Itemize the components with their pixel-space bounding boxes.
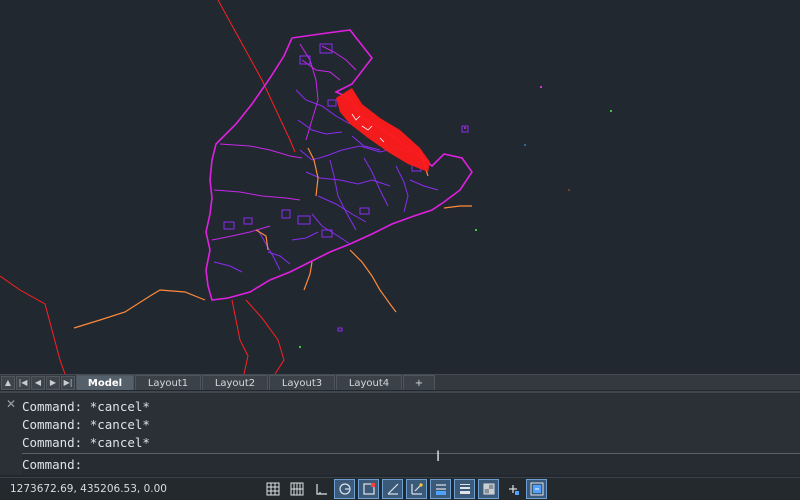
parcel-line <box>321 45 357 71</box>
red-boundary-line <box>231 299 249 374</box>
history-line: Command: *cancel* <box>22 399 150 414</box>
lineweight-icon[interactable] <box>454 479 475 499</box>
history-line: Command: *cancel* <box>22 417 150 432</box>
history-line: Command: *cancel* <box>22 435 150 450</box>
dynamic-ucs-icon[interactable] <box>406 479 427 499</box>
ortho-mode-icon[interactable] <box>310 479 331 499</box>
next-tab-icon[interactable]: ▶ <box>46 375 60 390</box>
selection-cycling-icon[interactable] <box>502 479 523 499</box>
coordinate-readout: 1273672.69, 435206.53, 0.00 <box>10 483 167 495</box>
tab-layout3[interactable]: Layout3 <box>269 375 335 390</box>
close-icon[interactable]: ✕ <box>4 397 18 411</box>
annotation-monitor-icon[interactable] <box>526 479 547 499</box>
command-history: Command: *cancel* Command: *cancel* Comm… <box>22 398 798 454</box>
snap-grid-icon[interactable] <box>286 479 307 499</box>
parcel-line <box>219 143 303 159</box>
tab-layout1[interactable]: Layout1 <box>135 375 201 390</box>
parcel-line <box>213 189 301 201</box>
map-drawing <box>0 0 612 374</box>
command-input-row: Command: <box>22 453 800 475</box>
hatched-zone <box>336 88 430 172</box>
command-input[interactable] <box>88 454 800 475</box>
grid-display-icon[interactable] <box>262 479 283 499</box>
tab-layout4[interactable]: Layout4 <box>336 375 402 390</box>
drawing-canvas[interactable] <box>0 0 800 374</box>
parcel-cluster <box>213 43 469 332</box>
polar-tracking-icon[interactable] <box>334 479 355 499</box>
red-boundary-line <box>0 275 66 374</box>
status-bar: 1273672.69, 435206.53, 0.00 <box>0 477 800 500</box>
previous-tab-icon[interactable]: ◀ <box>31 375 45 390</box>
island-boundary <box>205 29 473 301</box>
add-layout-tab[interactable]: + <box>403 375 435 390</box>
layout-tab-bar: ▲ |◀ ◀ ▶ ▶| Model Layout1 Layout2 Layout… <box>0 374 800 390</box>
parcel-line <box>301 59 341 81</box>
red-boundary-line <box>245 299 285 374</box>
command-prompt: Command: <box>22 457 83 472</box>
parcel-line <box>299 43 319 141</box>
scroll-up-icon[interactable]: ▲ <box>1 375 15 390</box>
text-cursor-icon: I <box>436 449 441 465</box>
object-snap-tracking-icon[interactable] <box>382 479 403 499</box>
road-lines <box>73 147 472 329</box>
command-line-panel: ✕ Command: *cancel* Command: *cancel* Co… <box>0 391 800 475</box>
last-tab-icon[interactable]: ▶| <box>61 375 75 390</box>
object-snap-icon[interactable] <box>358 479 379 499</box>
tab-layout2[interactable]: Layout2 <box>202 375 268 390</box>
tab-model[interactable]: Model <box>76 375 134 390</box>
red-boundary-line <box>217 0 296 153</box>
stray-points <box>299 86 612 348</box>
first-tab-icon[interactable]: |◀ <box>16 375 30 390</box>
transparency-icon[interactable] <box>478 479 499 499</box>
dynamic-input-icon[interactable] <box>430 479 451 499</box>
